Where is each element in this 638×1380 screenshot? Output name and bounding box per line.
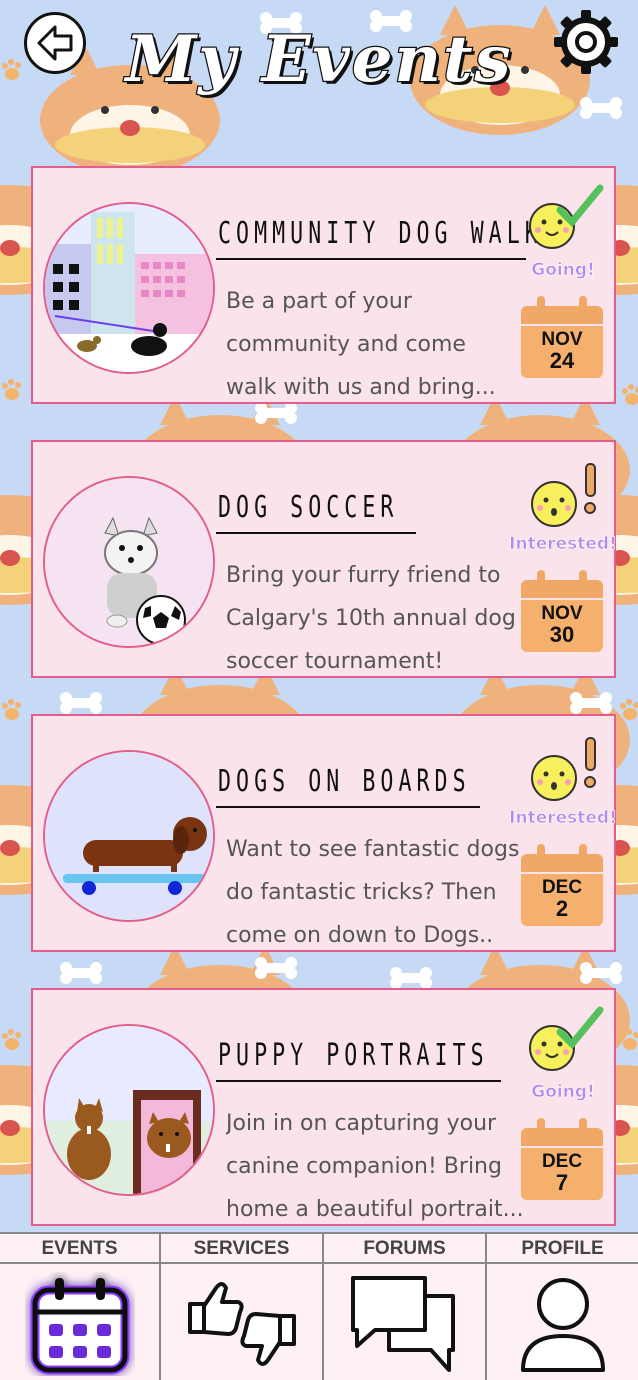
description-line: do fantastic tricks? Then [226, 880, 497, 905]
event-title: DOG SOCCER [218, 490, 399, 525]
status-label: Going! [531, 260, 595, 281]
smiley-check-icon [529, 184, 604, 249]
title-underline [216, 1080, 501, 1082]
calendar-icon: DEC 2 [521, 874, 603, 926]
title-underline [216, 258, 526, 260]
dog-walk-illustration [45, 204, 213, 372]
nav-tab-services[interactable]: SERVICES [161, 1234, 324, 1380]
date-day: 30 [549, 622, 575, 647]
event-card[interactable]: COMMUNITY DOG WALK Be a part of your com… [31, 166, 616, 404]
event-description: Want to see fantastic dogs do fantastic … [226, 828, 526, 957]
smiley-exclamation-icon [531, 463, 596, 527]
event-date: NOV 30 [521, 570, 603, 652]
event-description: Join in on capturing your canine compani… [226, 1102, 526, 1231]
event-card[interactable]: DOG SOCCER Bring your furry friend to Ca… [31, 440, 617, 678]
description-line: Be a part of your [226, 289, 412, 314]
calendar-icon: NOV 30 [521, 600, 603, 652]
puppy-portraits-illustration [45, 1026, 213, 1194]
status-going[interactable]: Going! [520, 182, 610, 282]
status-label: Interested! [509, 534, 617, 555]
date-month: NOV [541, 329, 583, 350]
status-interested[interactable]: Interested! [509, 456, 617, 556]
nav-tab-profile[interactable]: PROFILE [487, 1234, 638, 1380]
calendar-icon [0, 1266, 159, 1380]
event-date: NOV 24 [521, 296, 603, 378]
description-line: Join in on capturing your [226, 1111, 497, 1136]
status-going[interactable]: Going! [520, 1004, 610, 1104]
dog-soccer-illustration [45, 478, 213, 646]
description-line: Want to see fantastic dogs [226, 837, 520, 862]
title-underline [216, 806, 480, 808]
calendar-top [521, 854, 603, 872]
event-image [43, 750, 215, 922]
calendar-top [521, 306, 603, 324]
date-day: 2 [555, 896, 569, 921]
nav-label: EVENTS [0, 1236, 159, 1264]
smiley-check-icon [529, 1006, 604, 1071]
event-title: DOGS ON BOARDS [218, 764, 471, 799]
description-line: canine companion! Bring [226, 1154, 502, 1179]
event-image [43, 476, 215, 648]
event-title: PUPPY PORTRAITS [218, 1038, 489, 1073]
calendar-top [521, 580, 603, 598]
status-label: Interested! [509, 808, 617, 829]
status-label: Going! [531, 1082, 595, 1103]
chat-bubbles-icon [324, 1266, 485, 1380]
dogs-on-boards-illustration [45, 752, 213, 920]
nav-tab-forums[interactable]: FORUMS [324, 1234, 487, 1380]
title-underline [216, 532, 416, 534]
nav-label: FORUMS [324, 1236, 485, 1264]
event-card[interactable]: DOGS ON BOARDS Want to see fantastic dog… [31, 714, 617, 952]
date-day: 7 [555, 1170, 569, 1195]
event-description: Bring your furry friend to Calgary's 10t… [226, 554, 526, 683]
nav-label: SERVICES [161, 1236, 322, 1264]
event-date: DEC 7 [521, 1118, 603, 1200]
description-line: community and come [226, 332, 466, 357]
date-month: DEC [541, 877, 583, 898]
bottom-nav: EVENTS SERVICES FORUMS PROFILE [0, 1232, 638, 1380]
settings-button[interactable] [552, 8, 620, 76]
person-icon [487, 1266, 638, 1380]
status-interested[interactable]: Interested! [509, 730, 617, 830]
date-month: DEC [541, 1151, 583, 1172]
smiley-exclamation-icon [531, 737, 596, 801]
description-line: Calgary's 10th annual dog [226, 606, 516, 631]
calendar-icon: DEC 7 [521, 1148, 603, 1200]
event-image [43, 202, 215, 374]
nav-tab-events[interactable]: EVENTS [0, 1234, 161, 1380]
description-line: Bring your furry friend to [226, 563, 501, 588]
gear-icon [554, 10, 618, 74]
calendar-icon: NOV 24 [521, 326, 603, 378]
event-image [43, 1024, 215, 1196]
event-date: DEC 2 [521, 844, 603, 926]
event-card[interactable]: PUPPY PORTRAITS Join in on capturing you… [31, 988, 616, 1226]
thumbs-up-down-icon [161, 1266, 322, 1380]
event-title: COMMUNITY DOG WALK [218, 216, 543, 251]
nav-label: PROFILE [487, 1236, 638, 1264]
description-line: come on down to Dogs.. [226, 923, 494, 948]
date-day: 24 [549, 348, 575, 373]
event-description: Be a part of your community and come wal… [226, 280, 526, 409]
calendar-top [521, 1128, 603, 1146]
description-line: walk with us and bring... [226, 375, 496, 400]
description-line: soccer tournament! [226, 649, 444, 674]
date-month: NOV [541, 603, 583, 624]
description-line: home a beautiful portrait... [226, 1197, 524, 1222]
page-title: My Events [124, 21, 513, 99]
header: My Events [0, 0, 638, 160]
